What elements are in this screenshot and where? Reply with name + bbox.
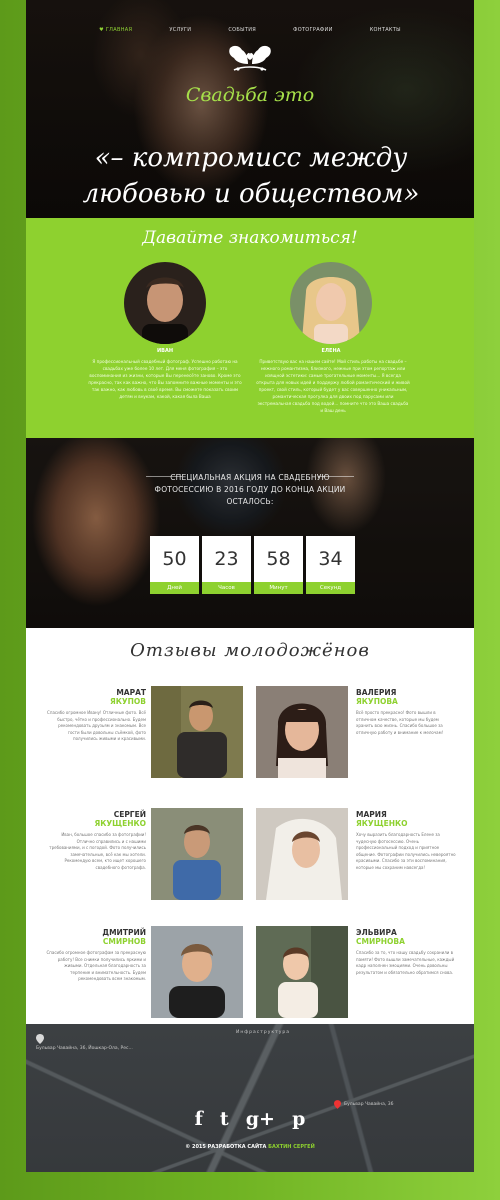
hero-section: ♥ ГЛАВНАЯ УСЛУГИ СОБЫТИЯ ФОТОГРАФИИ КОНТ… <box>26 0 474 218</box>
countdown-hours-value: 23 <box>214 548 239 570</box>
about-title: Давайте знакомиться! <box>142 228 358 248</box>
nav-item-services[interactable]: УСЛУГИ <box>169 27 191 33</box>
about-section: Давайте знакомиться! ИВАН Я профессионал… <box>26 218 474 438</box>
nav-item-events[interactable]: СОБЫТИЯ <box>228 27 256 33</box>
pinterest-icon[interactable]: p <box>292 1108 305 1130</box>
hero-subtitle: Свадьба это <box>185 84 315 106</box>
facebook-icon[interactable]: f <box>195 1108 203 1130</box>
map-footer-section[interactable]: Бульвар Чавайна, 36, Йошкар-Ола, Рес... … <box>26 1024 474 1172</box>
map-marker-label: Бульвар Чавайна, 36 <box>344 1102 394 1107</box>
review-photo-marat <box>151 686 243 778</box>
doves-logo-icon[interactable] <box>224 42 276 76</box>
nav-item-contacts[interactable]: КОНТАКТЫ <box>370 27 401 33</box>
countdown-seconds-value: 34 <box>318 548 343 570</box>
copyright: © 2015 РАЗРАБОТКА САЙТА БАХТИН СЕРГЕЙ <box>185 1144 315 1150</box>
social-links: f t g+ p <box>26 1108 474 1130</box>
countdown-hours-label: Часов <box>202 582 251 594</box>
review-name-maria: МАРИЯ ЯКУЩЕНКО <box>356 810 408 828</box>
review-name-marat: МАРАТ ЯКУПОВ <box>109 688 146 706</box>
page: ♥ ГЛАВНАЯ УСЛУГИ СОБЫТИЯ ФОТОГРАФИИ КОНТ… <box>26 0 474 1172</box>
person-name-elena: ЕЛЕНА <box>321 348 341 354</box>
person-bio-ivan: Я профессиональный свадебный фотограф. У… <box>88 359 242 399</box>
avatar-elena <box>290 262 372 344</box>
countdown-minutes-value: 58 <box>266 548 291 570</box>
review-photo-dmitry <box>151 926 243 1018</box>
twitter-icon[interactable]: t <box>220 1108 229 1130</box>
review-name-elvira: ЭЛЬВИРА СМИРНОВА <box>356 928 405 946</box>
nav-item-home[interactable]: ♥ ГЛАВНАЯ <box>99 27 132 33</box>
author-name[interactable]: БАХТИН СЕРГЕЙ <box>268 1144 315 1150</box>
reviews-title: Отзывы молодожёнов <box>130 640 370 661</box>
person-bio-elena: Приветствую вас на нашем сайте! Мой стил… <box>256 359 410 413</box>
review-text-valeria: Всё просто прекрасно! Фото вышли в отлич… <box>356 710 444 735</box>
review-name-sergey: СЕРГЕЙ ЯКУЩЕНКО <box>94 810 146 828</box>
nav-item-photos[interactable]: ФОТОГРАФИИ <box>293 27 333 33</box>
review-text-dmitry: Спасибо огромное фотографам за прекрасну… <box>46 950 146 981</box>
countdown-days-value: 50 <box>162 548 187 570</box>
review-name-valeria: ВАЛЕРИЯ ЯКУПОВА <box>356 688 398 706</box>
review-text-elvira: Спасибо за то, что нашу свадьбу сохранил… <box>356 950 455 975</box>
countdown-hours: 23 Часов <box>202 536 251 594</box>
countdown-minutes: 58 Минут <box>254 536 303 594</box>
promo-section: СПЕЦИАЛЬНАЯ АКЦИЯ НА СВАДЕБНУЮ ФОТОСЕССИ… <box>26 438 474 628</box>
person-name-ivan: ИВАН <box>156 348 174 354</box>
review-name-dmitry: ДМИТРИЙ СМИРНОВ <box>102 928 146 946</box>
countdown-days: 50 Дней <box>150 536 199 594</box>
promo-text: СПЕЦИАЛЬНАЯ АКЦИЯ НА СВАДЕБНУЮ ФОТОСЕССИ… <box>154 473 346 506</box>
review-photo-maria <box>256 808 348 900</box>
review-text-marat: Спасибо огромное Ивану! Отличные фото. В… <box>47 710 146 741</box>
map-street-label: Инфраструктура <box>236 1030 291 1035</box>
review-photo-sergey <box>151 808 243 900</box>
countdown-seconds: 34 Секунд <box>306 536 355 594</box>
map-pin-icon[interactable] <box>36 1034 44 1044</box>
countdown-seconds-label: Секунд <box>306 582 355 594</box>
reviews-section: Отзывы молодожёнов МАРАТ ЯКУПОВ Спасибо … <box>26 628 474 1024</box>
review-text-maria: Хочу выразить благодарность Елене за чуд… <box>356 832 456 870</box>
main-nav: ♥ ГЛАВНАЯ УСЛУГИ СОБЫТИЯ ФОТОГРАФИИ КОНТ… <box>26 16 474 35</box>
countdown-minutes-label: Минут <box>254 582 303 594</box>
review-text-sergey: Иван, большое спасибо за фотографии! Отл… <box>49 832 146 870</box>
review-photo-elvira <box>256 926 348 1018</box>
map-address-label: Бульвар Чавайна, 36, Йошкар-Ола, Рес... <box>36 1046 133 1051</box>
countdown-days-label: Дней <box>150 582 199 594</box>
review-photo-valeria <box>256 686 348 778</box>
avatar-ivan <box>124 262 206 344</box>
google-plus-icon[interactable]: g+ <box>246 1108 275 1130</box>
hero-quote: «– компромисс между любовью и обществом» <box>82 143 420 209</box>
